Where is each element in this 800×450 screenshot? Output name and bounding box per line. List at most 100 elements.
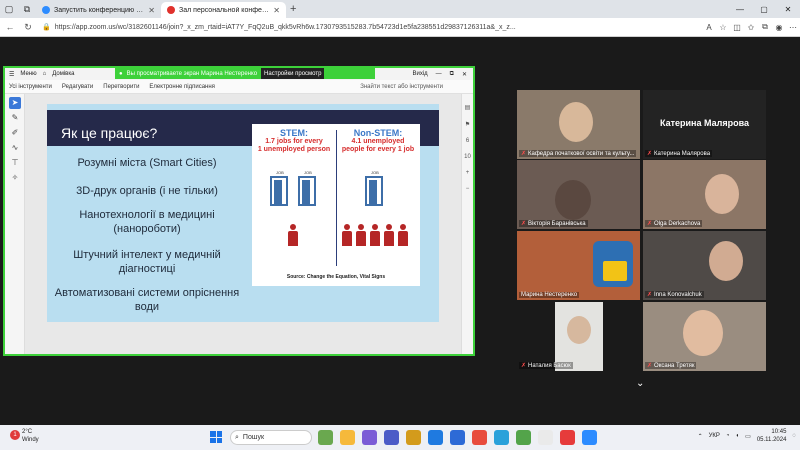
participant-tile[interactable]: ✗ Olga Derkachova [643,160,766,229]
telegram-icon[interactable] [494,430,509,445]
minimize-icon[interactable]: — [728,0,752,18]
more-menu-icon[interactable]: ⋯ [786,20,800,34]
zoom-in-icon[interactable]: + [462,170,473,176]
read-aloud-icon[interactable]: A [702,20,716,34]
clock[interactable]: 10:45 05.11.2024 [757,428,787,444]
pdf-tool-edit[interactable]: Редагувати [62,84,93,90]
copilot-icon[interactable] [362,430,377,445]
pdf-right-panel: ▤ ⚑ 6 10 + − [461,94,473,354]
pdf-restore-icon[interactable]: ⧉ [450,71,454,78]
pdf-home-icon[interactable]: ⌂ [43,71,47,77]
refresh-icon[interactable]: ↻ [20,19,36,35]
split-screen-icon[interactable]: ◫ [730,20,744,34]
system-tray: ⌃ УКР ◔ ◖ ▭ 10:45 05.11.2024 ◌ [698,428,796,444]
slide-bullet: 3D-друк органів (і не тільки) [76,185,218,197]
mic-muted-icon: ✗ [647,221,653,227]
widgets-icon[interactable] [318,430,333,445]
volume-icon[interactable]: ◖ [736,433,740,439]
battery-icon[interactable]: ▭ [745,433,751,440]
text-tool-icon[interactable]: ⊤ [9,157,21,169]
start-icon[interactable] [210,431,222,443]
participant-name: Наталия Басюк [528,362,571,369]
close-tab-icon[interactable]: ✕ [273,6,280,15]
pdf-menu-label[interactable]: Меню [20,71,36,77]
mic-muted-icon: ✗ [647,292,653,298]
weather-widget[interactable]: 2°C Windy [22,428,39,444]
chevron-down-icon[interactable]: ⌄ [636,378,644,389]
back-icon[interactable]: ← [2,19,18,35]
chrome-icon[interactable] [472,430,487,445]
profile-icon[interactable]: ◉ [772,20,786,34]
comment-tool-icon[interactable]: ✎ [9,112,21,124]
teams-icon[interactable] [384,430,399,445]
pdf-tool-esign[interactable]: Електронне підписання [149,84,214,90]
pdf-close-icon[interactable]: ✕ [462,71,467,78]
edge-icon[interactable] [428,430,443,445]
zoom-out-icon[interactable]: − [462,186,473,192]
thumbnail-icon[interactable]: ▤ [462,104,473,111]
participant-tile[interactable]: ✗ Оксана Третяк [643,302,766,371]
word-icon[interactable] [450,430,465,445]
mic-muted-icon: ✗ [521,363,527,369]
taskbar-search[interactable]: ⌕ Пошук [230,430,312,445]
participant-tile[interactable]: Катерина Малярова ✗ Катерина Малярова [643,90,766,159]
participant-name: Оксана Третяк [654,362,695,369]
new-tab-button[interactable]: + [290,3,296,15]
close-window-icon[interactable]: ✕ [776,0,800,18]
collections-icon[interactable]: ⧉ [758,20,772,34]
url-field[interactable]: 🔒 https://app.zoom.us/wc/3182601146/join… [42,20,696,34]
participant-tile[interactable]: ✗ Кафедра початкової освіти та культу... [517,90,640,159]
page-count: 10 [464,154,471,160]
notifications-icon[interactable]: ◌ [792,433,796,439]
participant-name: Марина Нестеренко [521,292,578,298]
share-banner: ● Вы просматриваете экран Марина Нестере… [115,68,375,79]
shared-screen[interactable]: ☰ Меню ⌂ Домівка Вихід — ⧉ ✕ ● Вы просма… [3,66,475,356]
chrome-alt-icon[interactable] [516,430,531,445]
maximize-icon[interactable]: ▢ [752,0,776,18]
close-tab-icon[interactable]: ✕ [148,6,155,15]
file-explorer-icon[interactable] [340,430,355,445]
wifi-icon[interactable]: ◔ [726,433,730,439]
infographic-source: Source: Change the Equation, Vital Signs [286,274,386,280]
search-icon: ⌕ [235,433,239,441]
select-tool-icon[interactable]: ➤ [9,97,21,109]
stem-infographic: STEM: 1.7 jobs for every 1 unemployed pe… [252,124,420,286]
language-indicator[interactable]: УКР [709,433,720,439]
participant-tile[interactable]: ✗ Вікторія Баранівська [517,160,640,229]
pdf-menu-icon[interactable]: ☰ [9,71,14,78]
pdf-minimize-icon[interactable]: — [436,71,442,78]
pdf-tool-convert[interactable]: Перетворити [103,84,139,90]
folder-icon[interactable] [406,430,421,445]
view-settings-button[interactable]: Настройки просмотр [261,68,325,79]
participant-video [559,102,593,142]
pdf-home-label[interactable]: Домівка [52,71,74,77]
participant-tile[interactable]: ✗ Наталия Басюк [517,302,640,371]
photos-icon[interactable] [538,430,553,445]
favorite-icon[interactable]: ☆ [716,20,730,34]
tab-zoom-launch[interactable]: Запустить конференцию - Zoom ✕ [36,2,161,18]
participant-name: Катерина Малярова [654,150,711,157]
tab-zoom-room[interactable]: Зал персональной конфер... ✕ [161,2,286,18]
lock-icon: 🔒 [42,24,51,31]
bookmark-icon[interactable]: ⚑ [462,121,473,128]
weather-badge-icon[interactable]: 1 [10,430,20,440]
favorites-list-icon[interactable]: ✩ [744,20,758,34]
slide-title: Як це працює? [61,125,158,141]
job-label: JOB [304,170,312,175]
tab-actions-icon[interactable]: ⧉ [18,0,36,18]
browser-menu-icon[interactable]: ▢ [0,0,18,18]
highlight-tool-icon[interactable]: ✐ [9,127,21,139]
pdf-tool-all[interactable]: Усі інструменти [9,84,52,90]
stamp-tool-icon[interactable]: ✧ [9,172,21,184]
acrobat-icon[interactable] [560,430,575,445]
tab-label: Зал персональной конфер... [179,6,270,14]
draw-tool-icon[interactable]: ∿ [9,142,21,154]
clock-date: 05.11.2024 [756,437,787,443]
zoom-icon[interactable] [582,430,597,445]
pdf-search[interactable]: Знайти текст або інструменти [360,84,443,90]
tray-chevron-icon[interactable]: ⌃ [698,433,703,440]
pdf-exit-label[interactable]: Вихід [412,71,427,78]
participant-name-tag: ✗ Кафедра початкової освіти та культу... [519,150,637,157]
participant-tile[interactable]: Марина Нестеренко [517,231,640,300]
participant-tile[interactable]: ✗ Inna Konovalchuk [643,231,766,300]
